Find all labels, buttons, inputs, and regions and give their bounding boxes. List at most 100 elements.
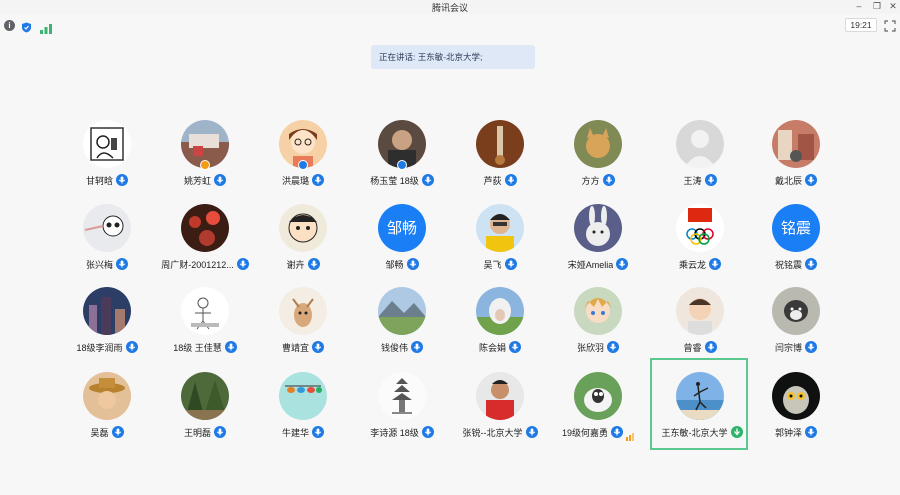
- participant-name-row: 钱俊伟: [352, 340, 452, 354]
- mic-icon[interactable]: [805, 426, 817, 438]
- mic-icon[interactable]: [421, 174, 434, 186]
- avatar: [574, 204, 622, 252]
- avatar: [279, 204, 327, 252]
- mic-icon[interactable]: [111, 426, 124, 438]
- participant-name: 祝铭震: [774, 259, 802, 270]
- participant-name-row: 郭钟泽: [746, 425, 846, 439]
- participant-tile[interactable]: 戴北辰: [746, 106, 844, 198]
- participant-name: 宋娅Amelia: [567, 259, 614, 270]
- participant-tile[interactable]: 18级 王佳慧: [155, 273, 253, 365]
- participant-tile[interactable]: 方方: [548, 106, 646, 198]
- participant-name: 戴北辰: [774, 175, 802, 186]
- participant-name-row: 姚芳虹: [155, 173, 255, 187]
- mic-icon[interactable]: [312, 426, 324, 438]
- participant-tile[interactable]: 乘云龙: [650, 190, 748, 282]
- avatar: [181, 204, 229, 252]
- mic-icon[interactable]: [307, 258, 320, 270]
- participant-tile[interactable]: 张锐--北京大学: [450, 358, 548, 450]
- avatar: [772, 287, 820, 335]
- participant-name-row: 吴飞: [450, 257, 550, 271]
- participant-name: 周广财-2001212...: [161, 259, 234, 270]
- mic-icon[interactable]: [709, 258, 721, 270]
- mic-icon[interactable]: [509, 341, 521, 353]
- mic-icon[interactable]: [704, 341, 717, 353]
- mic-icon[interactable]: [805, 341, 817, 353]
- participant-tile[interactable]: 芦荻: [450, 106, 548, 198]
- mic-icon[interactable]: [214, 426, 226, 438]
- mic-icon[interactable]: [607, 341, 619, 353]
- participant-tile[interactable]: 牛建华: [253, 358, 351, 450]
- participant-tile[interactable]: 谢卉: [253, 190, 351, 282]
- participant-tile[interactable]: 甘轲晗: [57, 106, 155, 198]
- avatar: [676, 120, 724, 168]
- participant-tile[interactable]: 闫宗博: [746, 273, 844, 365]
- participant-tile[interactable]: 周广财-2001212...: [155, 190, 253, 282]
- participant-tile[interactable]: 宋娅Amelia: [548, 190, 646, 282]
- participant-tile[interactable]: 杨玉莹 18级: [352, 106, 450, 198]
- participant-tile[interactable]: 铭震 祝铭震: [746, 190, 844, 282]
- participant-tile[interactable]: 钱俊伟: [352, 273, 450, 365]
- participant-tile[interactable]: 曾睿: [650, 273, 748, 365]
- participant-tile[interactable]: 张兴梅: [57, 190, 155, 282]
- participant-tile[interactable]: 王明磊: [155, 358, 253, 450]
- mic-icon[interactable]: [312, 341, 324, 353]
- mic-icon[interactable]: [224, 341, 237, 353]
- participant-name-row: 18级李润雨: [57, 340, 157, 354]
- mic-icon[interactable]: [805, 174, 817, 186]
- participant-name: 18级 王佳慧: [173, 342, 222, 353]
- participant-tile[interactable]: 吴飞: [450, 190, 548, 282]
- avatar: [181, 372, 229, 420]
- participant-tile[interactable]: 洪晨璐: [253, 106, 351, 198]
- participant-tile[interactable]: 18级李润雨: [57, 273, 155, 365]
- mic-icon[interactable]: [525, 426, 538, 438]
- mic-icon[interactable]: [611, 426, 623, 438]
- participant-tile[interactable]: 姚芳虹: [155, 106, 253, 198]
- mic-icon[interactable]: [504, 258, 517, 270]
- mic-icon[interactable]: [125, 341, 138, 353]
- speaking-mic-icon[interactable]: [730, 426, 743, 438]
- minimize-icon[interactable]: –: [852, 1, 866, 12]
- participant-tile[interactable]: 李诗源 18级: [352, 358, 450, 450]
- participant-name-row: 宋娅Amelia: [548, 257, 648, 271]
- mic-icon[interactable]: [602, 174, 615, 186]
- mic-icon[interactable]: [704, 174, 717, 186]
- mic-icon[interactable]: [406, 258, 419, 270]
- participant-name: 郭钟泽: [774, 427, 802, 438]
- participant-name-row: 祝铭震: [746, 257, 846, 271]
- participant-tile[interactable]: 19级何嘉勇: [548, 358, 646, 450]
- participant-name: 陈会娟: [478, 342, 506, 353]
- participant-tile[interactable]: 张欣羽: [548, 273, 646, 365]
- mic-icon[interactable]: [312, 174, 324, 186]
- close-icon[interactable]: ✕: [886, 1, 900, 12]
- mic-icon[interactable]: [616, 258, 629, 270]
- mic-icon[interactable]: [116, 174, 128, 186]
- mic-icon[interactable]: [504, 174, 517, 186]
- participant-name-row: 张锐--北京大学: [450, 425, 550, 439]
- title-bar: 腾讯会议 – ❐ ✕: [0, 0, 900, 14]
- mic-icon[interactable]: [116, 258, 128, 270]
- participant-tile[interactable]: 王东敏-北京大学: [650, 358, 748, 450]
- shield-icon[interactable]: [21, 20, 32, 33]
- participant-name: 谢卉: [286, 259, 305, 270]
- avatar: [676, 372, 724, 420]
- participant-name-row: 周广财-2001212...: [155, 257, 255, 271]
- mic-icon[interactable]: [421, 426, 434, 438]
- avatar: [574, 120, 622, 168]
- avatar: [378, 372, 426, 420]
- mic-icon[interactable]: [214, 174, 226, 186]
- participant-tile[interactable]: 曹靖宜: [253, 273, 351, 365]
- participant-name-row: 王东敏-北京大学: [652, 425, 752, 439]
- participant-tile[interactable]: 吴磊: [57, 358, 155, 450]
- restore-icon[interactable]: ❐: [870, 1, 884, 12]
- mic-icon[interactable]: [411, 341, 423, 353]
- participant-name: 王东敏-北京大学: [661, 427, 728, 438]
- participant-tile[interactable]: 陈会娟: [450, 273, 548, 365]
- participant-tile[interactable]: 邹畅 邹畅: [352, 190, 450, 282]
- signal-icon[interactable]: [40, 21, 52, 34]
- participant-tile[interactable]: 王涛: [650, 106, 748, 198]
- fullscreen-icon[interactable]: [884, 19, 896, 32]
- mic-icon[interactable]: [805, 258, 817, 270]
- mic-icon[interactable]: [236, 258, 249, 270]
- participant-tile[interactable]: 郭钟泽: [746, 358, 844, 450]
- info-icon[interactable]: i: [4, 20, 15, 31]
